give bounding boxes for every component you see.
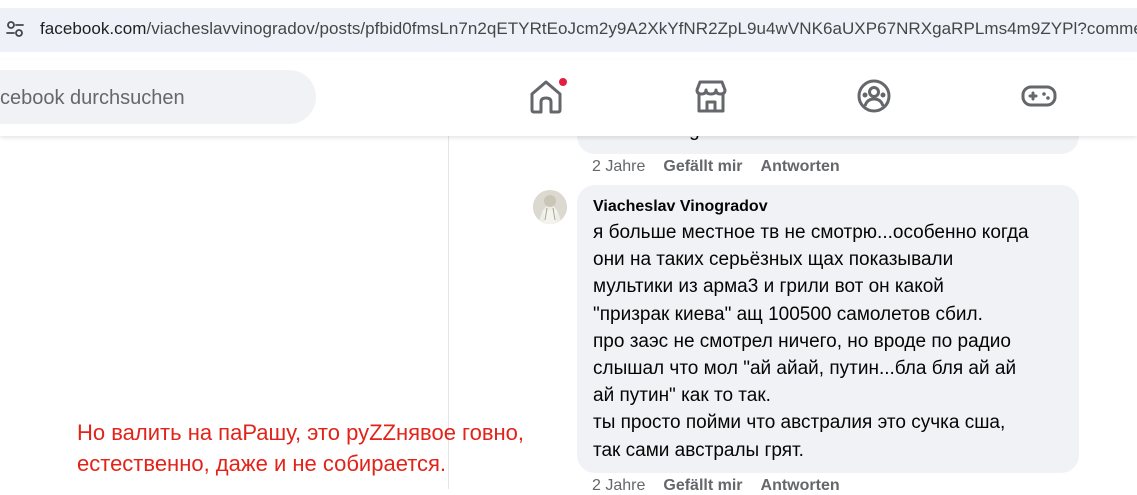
facebook-header: cebook durchsuchen xyxy=(0,60,1137,136)
marketplace-icon[interactable] xyxy=(691,76,731,116)
comment-line: я больше местное тв не смотрю...особенно… xyxy=(593,222,1029,243)
comment-line: так сами австралы грят. xyxy=(593,439,804,461)
comment-line: про заэс не смотрел ничего, но вроде по … xyxy=(593,330,1011,352)
comment-line: они на таких серьёзных щах показывали xyxy=(593,249,954,271)
comment-line: ай путин" как то так. xyxy=(593,385,771,407)
gaming-icon[interactable] xyxy=(1019,76,1059,116)
comment-line: мультики из арма3 и грили вот он какой xyxy=(593,276,944,298)
comment-line: слышал что мол "ай айай, путин...бла бля… xyxy=(593,358,1017,380)
notification-dot xyxy=(557,76,569,88)
annotation-line: естественно, даже и не собирается. xyxy=(77,451,447,476)
url-domain: facebook.com xyxy=(40,19,147,38)
reply-button[interactable]: Antworten xyxy=(761,158,840,175)
avatar[interactable] xyxy=(533,190,567,224)
red-annotation: Но валить на паРашу, это руZZнявое говно… xyxy=(77,417,577,479)
url-path: /viacheslavvinogradov/posts/pfbid0fmsLn7… xyxy=(146,19,1137,38)
comment-line: "призрак киева" ащ 100500 самолетов сбил… xyxy=(593,303,983,325)
reply-button[interactable]: Antworten xyxy=(761,477,840,494)
comment-author[interactable]: Viacheslav Vinogradov xyxy=(593,198,768,216)
search-placeholder: cebook durchsuchen xyxy=(0,87,185,109)
search-input[interactable]: cebook durchsuchen xyxy=(0,70,316,124)
browser-address-bar: facebook.com/viacheslavvinogradov/posts/… xyxy=(0,0,1137,60)
like-button[interactable]: Gefällt mir xyxy=(663,477,742,494)
avatar-image xyxy=(533,190,567,224)
comment-time[interactable]: 2 Jahre xyxy=(592,477,645,494)
previous-comment-actions: 2 Jahre Gefällt mir Antworten xyxy=(592,158,858,176)
comment-bubble: Viacheslav Vinogradov я больше местное т… xyxy=(577,185,1079,473)
annotation-line: Но валить на паРашу, это руZZнявое говно… xyxy=(77,420,525,445)
like-button[interactable]: Gefällt mir xyxy=(663,158,742,175)
site-info-icon[interactable] xyxy=(4,18,26,40)
comment-body: я больше местное тв не смотрю...особенно… xyxy=(593,219,1073,464)
groups-icon[interactable] xyxy=(854,76,894,116)
comment-line: ты просто пойми что австралия это сучка … xyxy=(593,412,1006,434)
url-text[interactable]: facebook.com/viacheslavvinogradov/posts/… xyxy=(40,19,1137,39)
comment-time[interactable]: 2 Jahre xyxy=(592,158,645,175)
comment-actions: 2 Jahre Gefällt mir Antworten xyxy=(592,477,858,495)
